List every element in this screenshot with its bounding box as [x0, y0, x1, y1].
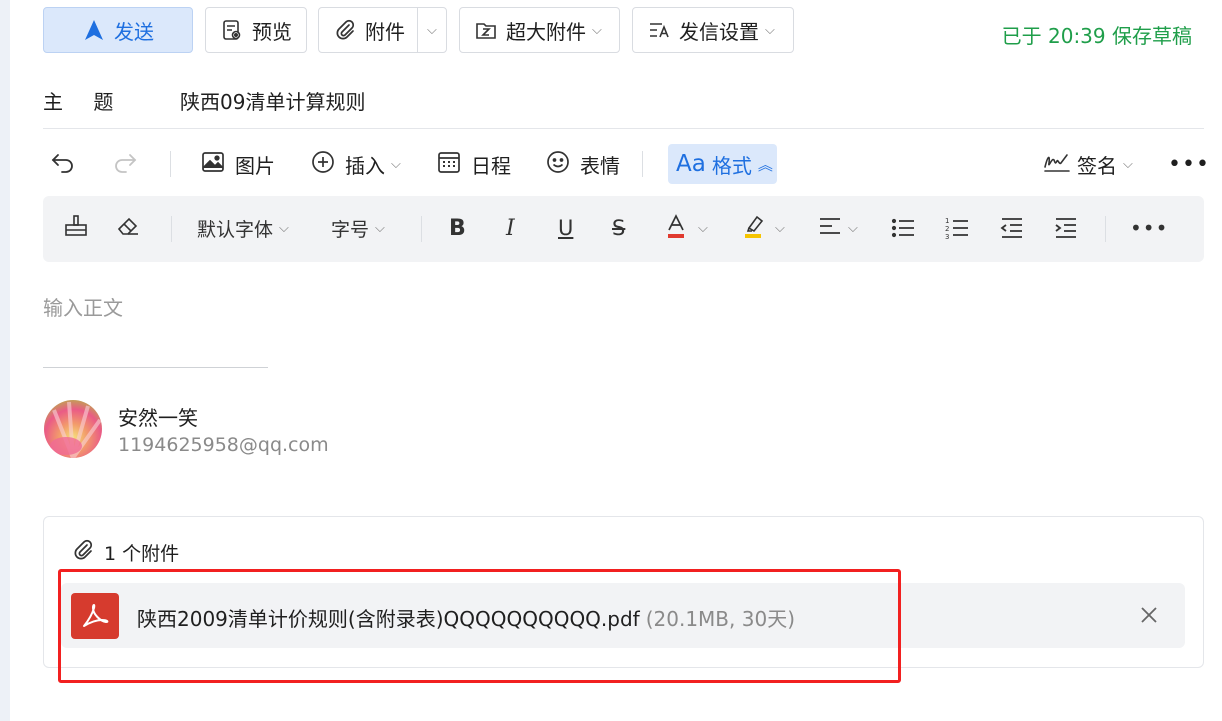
calendar-icon — [437, 150, 461, 179]
format-separator — [171, 216, 172, 242]
send-settings-icon — [647, 18, 671, 42]
font-color-button[interactable]: ⌵ — [666, 210, 708, 246]
format-painter-button[interactable] — [63, 210, 89, 246]
attachment-button[interactable]: 附件 ⌵ — [318, 7, 447, 53]
attachment-split-divider — [417, 8, 418, 52]
font-family-select[interactable]: 默认字体 ⌵ — [197, 210, 289, 246]
highlight-color-button[interactable]: ⌵ — [743, 210, 785, 246]
highlighter-icon — [743, 213, 765, 244]
svg-text:3: 3 — [945, 233, 949, 240]
smiley-icon — [546, 150, 570, 179]
align-chevron-icon: ⌵ — [848, 220, 858, 236]
preview-button-label: 预览 — [252, 19, 292, 44]
send-settings-button[interactable]: 发信设置 ⌵ — [632, 7, 794, 53]
body-input[interactable]: 输入正文 — [43, 292, 123, 321]
clear-format-button[interactable] — [115, 210, 141, 246]
signature-email: 1194625958@qq.com — [118, 434, 329, 456]
signature-divider — [43, 367, 268, 368]
plus-circle-icon — [311, 150, 335, 179]
font-family-value: 默认字体 — [197, 218, 274, 241]
format-aa-icon: Aa — [676, 151, 706, 177]
toolbar-separator — [642, 151, 643, 177]
align-left-icon — [818, 215, 842, 242]
large-file-icon — [474, 18, 498, 42]
toolbar-separator — [170, 151, 171, 177]
paperclip-icon — [333, 18, 357, 42]
image-icon — [201, 151, 225, 178]
double-chevron-up-icon: ︽ — [757, 155, 773, 174]
format-painter-icon — [63, 213, 89, 244]
send-button[interactable]: 发送 — [43, 7, 193, 53]
paperclip-icon — [72, 539, 94, 566]
format-toolbar: 默认字体 ⌵ 字号 ⌵ B I U S ⌵ ⌵ ⌵ 123 ••• — [43, 196, 1204, 262]
font-size-value: 字号 — [331, 218, 370, 241]
redo-button[interactable] — [112, 144, 138, 184]
more-options-icon[interactable]: ••• — [1168, 144, 1210, 184]
avatar — [44, 400, 102, 458]
send-settings-chevron-icon: ⌵ — [765, 22, 775, 38]
large-attachment-button[interactable]: 超大附件 ⌵ — [459, 7, 620, 53]
signature-name: 安然一笑 — [118, 406, 198, 430]
send-arrow-icon — [82, 18, 106, 42]
insert-chevron-icon: ⌵ — [391, 156, 401, 172]
schedule-button[interactable]: 日程 — [437, 144, 511, 184]
schedule-label: 日程 — [471, 153, 511, 178]
insert-image-button[interactable]: 图片 — [201, 144, 275, 184]
bold-icon[interactable]: B — [449, 210, 466, 246]
attachment-count-label: 1 个附件 — [104, 543, 180, 565]
red-highlight-box — [58, 569, 901, 683]
undo-button[interactable] — [50, 144, 76, 184]
subject-label: 主 题 — [43, 90, 126, 114]
format-label: 格式 — [711, 153, 752, 178]
indent-icon[interactable] — [1054, 210, 1078, 246]
preview-doc-icon — [220, 18, 244, 42]
large-attachment-label: 超大附件 — [506, 19, 586, 44]
font-size-select[interactable]: 字号 ⌵ — [331, 210, 385, 246]
emoji-label: 表情 — [580, 153, 620, 178]
draft-saved-status: 已于 20:39 保存草稿 — [1001, 24, 1192, 48]
subject-input[interactable]: 陕西09清单计算规则 — [180, 86, 365, 115]
large-attachment-chevron-icon: ⌵ — [592, 22, 602, 38]
italic-icon[interactable]: I — [506, 210, 515, 246]
preview-button[interactable]: 预览 — [205, 7, 307, 53]
font-size-chevron-icon: ⌵ — [375, 220, 385, 236]
font-family-chevron-icon: ⌵ — [279, 220, 289, 236]
insert-image-label: 图片 — [235, 153, 275, 178]
insert-menu-label: 插入 — [345, 153, 385, 178]
format-toggle-button[interactable]: Aa 格式 ︽ — [668, 144, 777, 184]
left-window-edge — [0, 0, 10, 721]
numbered-list-icon[interactable]: 123 — [945, 210, 969, 246]
bullet-list-icon[interactable] — [891, 210, 915, 246]
subject-divider — [43, 128, 1204, 129]
remove-attachment-close-icon[interactable] — [1137, 603, 1161, 627]
font-color-chevron-icon: ⌵ — [698, 220, 708, 236]
redo-icon — [112, 150, 138, 179]
svg-text:2: 2 — [945, 225, 949, 233]
highlight-chevron-icon: ⌵ — [775, 220, 785, 236]
outdent-icon[interactable] — [1000, 210, 1024, 246]
svg-text:1: 1 — [945, 217, 949, 225]
attachment-dropdown-chevron-icon[interactable]: ⌵ — [427, 23, 437, 38]
signature-button[interactable]: 签名 ⌵ — [1043, 144, 1133, 184]
signature-chevron-icon: ⌵ — [1123, 156, 1133, 172]
undo-icon — [50, 150, 76, 179]
signature-label: 签名 — [1077, 153, 1117, 178]
underline-icon[interactable]: U — [558, 210, 573, 246]
attachment-count: 1 个附件 — [72, 539, 179, 566]
font-color-icon — [666, 213, 686, 244]
signature-pen-icon — [1043, 151, 1071, 178]
send-button-label: 发送 — [114, 19, 154, 44]
more-format-icon[interactable]: ••• — [1130, 210, 1168, 246]
emoji-button[interactable]: 表情 — [546, 144, 620, 184]
insert-menu-button[interactable]: 插入 ⌵ — [311, 144, 401, 184]
attachment-button-label: 附件 — [365, 19, 405, 44]
strikethrough-icon[interactable]: S — [612, 210, 625, 246]
align-button[interactable]: ⌵ — [818, 210, 858, 246]
eraser-icon — [115, 213, 141, 244]
send-settings-label: 发信设置 — [679, 19, 759, 44]
format-separator — [421, 216, 422, 242]
format-separator — [1105, 216, 1106, 242]
